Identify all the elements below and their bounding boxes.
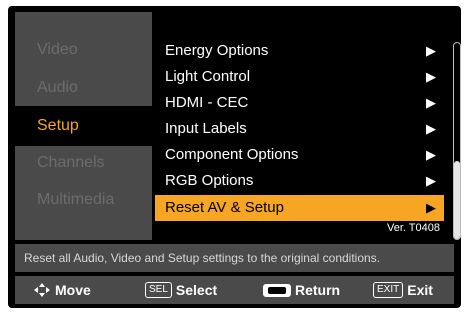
exit-label: Exit (407, 282, 433, 298)
menu-item-label: RGB Options (165, 172, 254, 189)
sel-key-icon: SEL (145, 282, 172, 298)
menu-item-label: Light Control (165, 68, 251, 85)
menu-item-energy-options[interactable]: Energy Options ▶ (155, 38, 444, 64)
return-hint: Return (263, 276, 340, 304)
exit-key-icon: EXIT (373, 282, 404, 298)
button-guide: Move SEL Select Return EXIT Exit (15, 276, 454, 304)
category-sidebar: Video Audio Setup Channels Multimedia (15, 12, 152, 240)
sidebar-item-multimedia[interactable]: Multimedia (15, 180, 152, 220)
menu-item-rgb-options[interactable]: RGB Options ▶ (155, 168, 444, 194)
version-label: Ver. T0408 (386, 222, 440, 234)
tv-menu-frame: Video Audio Setup Channels Multimedia En… (8, 6, 461, 308)
move-hint: Move (33, 276, 91, 304)
arrow-right-icon: ▶ (426, 69, 436, 84)
select-hint: SEL Select (145, 276, 217, 304)
sidebar-item-channels[interactable]: Channels (15, 143, 152, 183)
sidebar-item-audio[interactable]: Audio (15, 68, 152, 108)
move-label: Move (55, 282, 91, 298)
exit-hint: EXIT Exit (373, 276, 433, 304)
menu-item-light-control[interactable]: Light Control ▶ (155, 64, 444, 90)
description-bar: Reset all Audio, Video and Setup setting… (15, 244, 454, 272)
menu-item-label: Input Labels (165, 120, 247, 137)
menu-item-label: Reset AV & Setup (165, 199, 284, 216)
menu-item-input-labels[interactable]: Input Labels ▶ (155, 116, 444, 142)
select-label: Select (175, 282, 218, 298)
return-label: Return (295, 282, 341, 298)
sidebar-item-video[interactable]: Video (15, 30, 152, 70)
menu-item-component-options[interactable]: Component Options ▶ (155, 142, 444, 168)
arrow-right-icon: ▶ (426, 43, 436, 58)
return-key-icon (263, 283, 291, 297)
menu-item-label: Energy Options (165, 42, 269, 59)
scrollbar-thumb[interactable] (454, 161, 460, 239)
menu-item-label: HDMI - CEC (165, 94, 249, 111)
menu-item-label: Component Options (165, 146, 299, 163)
menu-item-hdmi-cec[interactable]: HDMI - CEC ▶ (155, 90, 444, 116)
sidebar-item-setup[interactable]: Setup (15, 106, 152, 146)
move-arrows-icon (34, 283, 50, 297)
setup-menu: Energy Options ▶ Light Control ▶ HDMI - … (152, 12, 454, 240)
arrow-right-icon: ▶ (426, 147, 436, 162)
menu-item-reset-av-setup[interactable]: Reset AV & Setup ▶ (155, 195, 444, 221)
arrow-right-icon: ▶ (426, 121, 436, 136)
arrow-right-icon: ▶ (426, 173, 436, 188)
arrow-right-icon: ▶ (426, 200, 436, 215)
arrow-right-icon: ▶ (426, 95, 436, 110)
